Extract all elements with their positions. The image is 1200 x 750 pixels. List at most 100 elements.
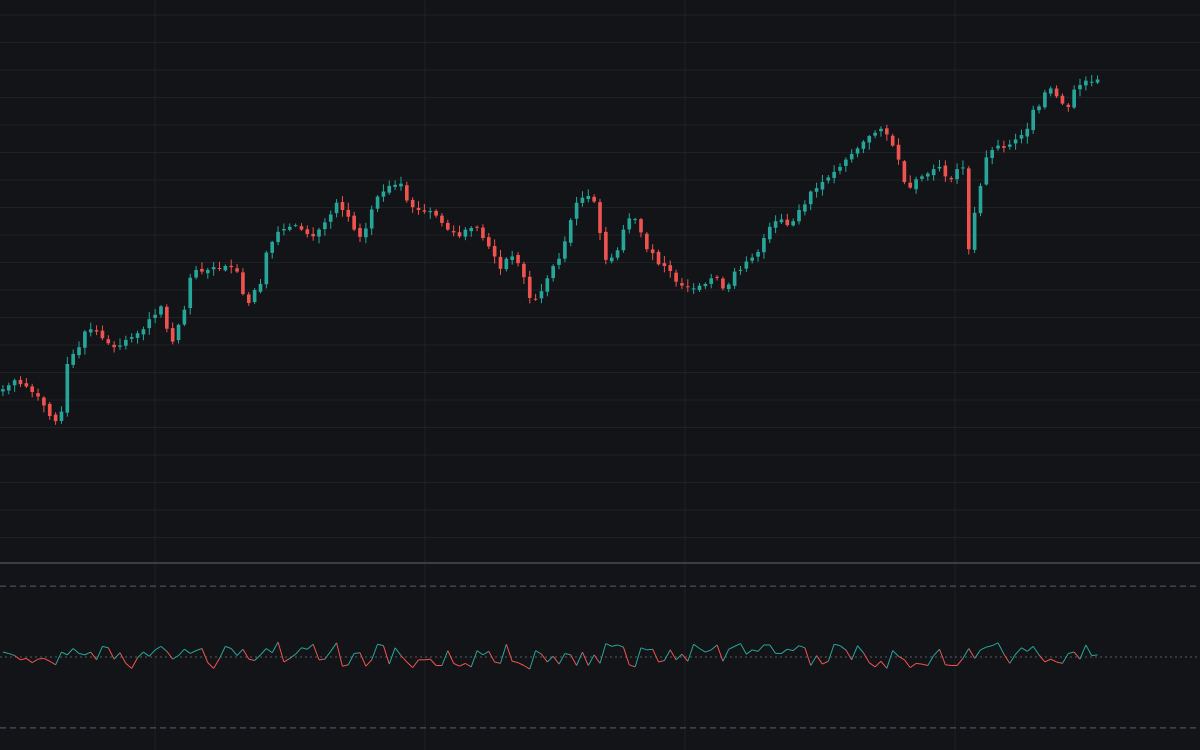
candle-body — [159, 306, 163, 315]
candle-body — [434, 210, 438, 216]
candle-body — [1066, 104, 1071, 107]
candle-body — [287, 226, 292, 230]
candle-body — [410, 199, 415, 208]
candle-body — [36, 393, 40, 397]
candle-body — [59, 411, 64, 421]
candle-body — [1078, 85, 1082, 90]
candle-body — [533, 298, 538, 300]
candle-body — [334, 202, 339, 214]
candle-body — [305, 229, 310, 235]
candle-body — [369, 209, 374, 229]
candle-body — [217, 268, 222, 270]
candle-down — [721, 276, 725, 291]
candle-body — [879, 128, 883, 132]
candle-body — [1007, 144, 1012, 147]
candle-body — [299, 226, 304, 230]
candle-body — [106, 339, 111, 344]
candle-body — [691, 288, 696, 290]
candle-body — [469, 227, 474, 232]
candle-body — [551, 266, 555, 279]
candle-body — [1060, 95, 1065, 104]
candle-body — [270, 241, 275, 253]
candle-body — [803, 204, 807, 212]
candle-body — [241, 272, 245, 294]
candle-body — [12, 380, 17, 386]
candle-down — [902, 160, 907, 185]
candle-body — [598, 202, 602, 233]
oscillator-segment — [424, 658, 431, 661]
candle-body — [387, 185, 392, 193]
candle-up — [252, 288, 257, 305]
candle-body — [264, 252, 269, 285]
candle-body — [381, 191, 386, 197]
candle-body — [77, 347, 81, 356]
candle-body — [586, 196, 591, 200]
candle-body — [896, 144, 901, 160]
candle-body — [709, 278, 714, 284]
candle-body — [65, 364, 70, 413]
candle-body — [352, 215, 356, 230]
candle-body — [147, 319, 152, 329]
candle-body — [486, 237, 491, 247]
candle-body — [1037, 106, 1041, 111]
candle-up — [1043, 89, 1047, 110]
candle-body — [931, 169, 936, 176]
candle-body — [393, 184, 397, 187]
candle-body — [340, 202, 345, 210]
chart-root — [0, 0, 1200, 750]
chart-background — [0, 0, 1200, 750]
candle-body — [943, 165, 948, 177]
candle-body — [744, 261, 749, 269]
candle-body — [855, 148, 860, 154]
candle-body — [194, 269, 198, 278]
candle-body — [908, 182, 913, 188]
candle-body — [885, 128, 889, 135]
candle-body — [966, 168, 971, 250]
candle-body — [1089, 81, 1094, 83]
candle-body — [516, 254, 520, 264]
candle-body — [890, 135, 895, 146]
candle-body — [984, 157, 989, 185]
candle-body — [498, 256, 503, 269]
candle-body — [861, 141, 866, 149]
candle-body — [639, 219, 643, 233]
candle-body — [211, 267, 216, 270]
candle-up — [264, 250, 269, 289]
candle-body — [925, 173, 930, 177]
oscillator-segment — [354, 652, 361, 654]
candle-body — [604, 231, 608, 260]
candle-body — [252, 290, 257, 302]
candle-body — [832, 171, 836, 178]
candle-body — [949, 178, 954, 180]
candle-body — [100, 330, 105, 339]
candle-body — [129, 337, 134, 339]
oscillator-segment — [318, 658, 325, 661]
candle-body — [545, 278, 550, 292]
candle-body — [293, 225, 298, 227]
candle-body — [475, 226, 479, 228]
candle-body — [492, 245, 497, 257]
candle-body — [176, 324, 181, 341]
candle-body — [276, 231, 280, 243]
candle-body — [124, 339, 128, 346]
candle-body — [42, 397, 46, 406]
candle-body — [1054, 88, 1059, 97]
candle-body — [165, 306, 169, 329]
oscillator-segment — [37, 657, 44, 660]
candle-body — [767, 226, 772, 240]
candle-body — [568, 220, 573, 243]
candle-down — [966, 166, 971, 255]
candle-body — [609, 257, 614, 262]
candle-body — [94, 330, 99, 332]
candle-body — [961, 167, 965, 169]
candle-body — [592, 196, 596, 202]
candle-up — [568, 218, 573, 247]
candle-body — [779, 219, 784, 223]
candle-body — [1, 389, 5, 392]
candle-body — [328, 214, 333, 222]
candle-body — [1072, 89, 1076, 108]
candle-body — [229, 265, 234, 268]
candle-body — [680, 283, 684, 286]
candle-body — [645, 233, 649, 250]
candle-body — [791, 221, 795, 226]
